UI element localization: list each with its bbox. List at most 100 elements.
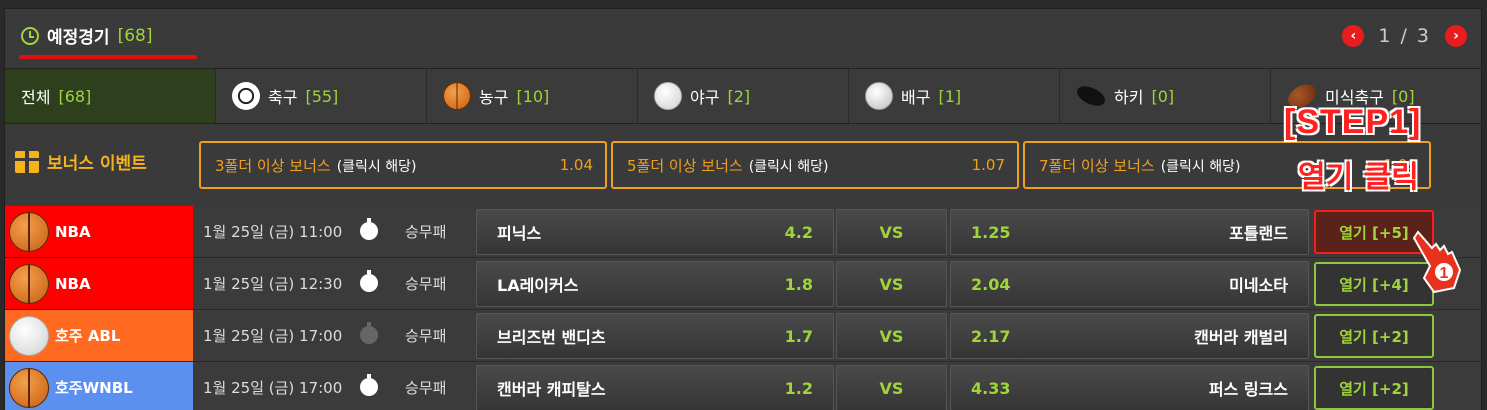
basketball-icon <box>9 211 49 252</box>
tab-count: [0] <box>1151 86 1175 106</box>
basketball-icon <box>9 263 49 304</box>
soccer-ball-icon <box>232 82 260 110</box>
league-cell: 호주 ABL <box>5 310 193 361</box>
home-team: 캔버라 캐피탈스 <box>497 380 606 399</box>
home-odds-button[interactable]: 브리즈번 밴디츠 1.7 <box>476 313 834 359</box>
tab-hockey[interactable]: 하키 [0] <box>1060 69 1271 123</box>
league-name: NBA <box>55 274 91 293</box>
sport-tabs: 전체 [68] 축구 [55] 농구 [10] 야구 [2] 배구 [1] 하키… <box>5 69 1481 124</box>
bonus-note: (클릭시 해당) <box>1160 158 1241 175</box>
stopwatch-icon <box>360 374 378 396</box>
tab-count: [1] <box>938 86 962 106</box>
open-more-button[interactable]: 열기 [+2] <box>1314 366 1434 410</box>
step-badge-number: 1 <box>1440 265 1449 282</box>
baseball-icon <box>654 82 682 110</box>
home-odds-button[interactable]: LA레이커스 1.8 <box>476 261 834 307</box>
bet-type: 승무패 <box>405 327 447 345</box>
open-more-button[interactable]: 열기 [+2] <box>1314 314 1434 358</box>
away-odds: 2.04 <box>971 274 1011 294</box>
home-odds: 1.2 <box>784 378 813 398</box>
bonus-odds: 1.07 <box>971 156 1005 174</box>
title-count: [68] <box>117 25 153 46</box>
match-time: 1월 25일 (금) 11:00 <box>203 223 343 241</box>
league-cell: NBA <box>5 206 193 257</box>
home-team: 브리즈번 밴디츠 <box>497 328 606 347</box>
home-odds: 4.2 <box>784 222 813 242</box>
bonus-label-text: 보너스 이벤트 <box>47 154 147 174</box>
hockey-puck-icon <box>1074 82 1108 110</box>
tab-volleyball[interactable]: 배구 [1] <box>849 69 1060 123</box>
away-team: 포틀랜드 <box>1229 224 1288 243</box>
title-underline <box>19 55 197 59</box>
draw-button[interactable]: VS <box>836 261 947 307</box>
prev-page-icon[interactable]: ‹ <box>1342 25 1365 47</box>
pointing-hand-icon: 1 <box>1412 230 1462 294</box>
home-odds: 1.8 <box>784 274 813 294</box>
page-indicator: 1 / 3 <box>1378 25 1431 47</box>
away-odds: 2.17 <box>971 326 1011 346</box>
bonus-name: 5폴더 이상 보너스 <box>627 156 743 175</box>
basketball-icon <box>9 367 49 408</box>
gift-icon <box>15 150 39 173</box>
tab-all[interactable]: 전체 [68] <box>5 69 216 123</box>
bonus-note: (클릭시 해당) <box>748 158 829 175</box>
away-odds: 1.25 <box>971 222 1011 242</box>
home-odds: 1.7 <box>784 326 813 346</box>
bonus-note: (클릭시 해당) <box>336 158 417 175</box>
title-group: 예정경기 [68] <box>21 23 152 48</box>
tab-label: 야구 <box>690 88 720 107</box>
tab-label: 하키 <box>1114 88 1144 107</box>
tab-count: [55] <box>305 86 339 106</box>
draw-button[interactable]: VS <box>836 313 947 359</box>
bonus-odds: 1.04 <box>559 156 593 174</box>
tab-basketball[interactable]: 농구 [10] <box>427 69 638 123</box>
tab-label: 배구 <box>901 88 931 107</box>
step-annotation-title: [STEP1] <box>1284 103 1422 141</box>
away-team: 퍼스 링크스 <box>1208 380 1288 399</box>
bonus-name: 3폴더 이상 보너스 <box>215 156 331 175</box>
baseball-icon <box>9 315 49 356</box>
home-odds-button[interactable]: 피닉스 4.2 <box>476 209 834 255</box>
bonus-5fold-button[interactable]: 5폴더 이상 보너스 (클릭시 해당) 1.07 <box>611 141 1019 189</box>
upcoming-games-panel: 예정경기 [68] ‹ 1 / 3 › 전체 [68] 축구 [55] 농구 [… <box>4 8 1482 410</box>
tab-label: 전체 <box>21 88 51 107</box>
basketball-icon <box>443 82 471 110</box>
match-time: 1월 25일 (금) 17:00 <box>203 327 343 345</box>
away-team: 캔버라 캐벌리 <box>1194 328 1288 347</box>
panel-header: 예정경기 [68] ‹ 1 / 3 › <box>5 9 1481 69</box>
home-team: 피닉스 <box>497 224 542 243</box>
tab-label: 축구 <box>268 88 298 107</box>
bonus-event-row: 보너스 이벤트 3폴더 이상 보너스 (클릭시 해당) 1.04 5폴더 이상 보… <box>5 125 1481 207</box>
tab-label: 농구 <box>479 88 509 107</box>
match-row: NBA 1월 25일 (금) 11:00 승무패 피닉스 4.2 VS 1.25… <box>5 206 1481 258</box>
away-odds-button[interactable]: 2.04 미네소타 <box>950 261 1309 307</box>
draw-button[interactable]: VS <box>836 365 947 410</box>
step-annotation-subtitle: 열기 클릭 <box>1298 160 1419 195</box>
league-cell: 호주WNBL <box>5 362 193 410</box>
tab-baseball[interactable]: 야구 [2] <box>638 69 849 123</box>
clock-icon <box>21 26 39 45</box>
bet-type: 승무패 <box>405 275 447 293</box>
page-title: 예정경기 <box>47 28 110 48</box>
league-name: NBA <box>55 222 91 241</box>
bonus-label: 보너스 이벤트 <box>15 149 147 174</box>
league-cell: NBA <box>5 258 193 309</box>
away-team: 미네소타 <box>1229 276 1288 295</box>
home-odds-button[interactable]: 캔버라 캐피탈스 1.2 <box>476 365 834 410</box>
tab-soccer[interactable]: 축구 [55] <box>216 69 427 123</box>
tab-count: [10] <box>516 86 550 106</box>
home-team: LA레이커스 <box>497 276 579 295</box>
match-row: 호주WNBL 1월 25일 (금) 17:00 승무패 캔버라 캐피탈스 1.2… <box>5 362 1481 410</box>
away-odds: 4.33 <box>971 378 1011 398</box>
pager: ‹ 1 / 3 › <box>1342 25 1467 47</box>
next-page-icon[interactable]: › <box>1445 25 1467 47</box>
away-odds-button[interactable]: 4.33 퍼스 링크스 <box>950 365 1309 410</box>
match-row: 호주 ABL 1월 25일 (금) 17:00 승무패 브리즈번 밴디츠 1.7… <box>5 310 1481 362</box>
draw-button[interactable]: VS <box>836 209 947 255</box>
tab-count: [68] <box>58 86 92 106</box>
match-time: 1월 25일 (금) 12:30 <box>203 275 343 293</box>
away-odds-button[interactable]: 1.25 포틀랜드 <box>950 209 1309 255</box>
away-odds-button[interactable]: 2.17 캔버라 캐벌리 <box>950 313 1309 359</box>
bonus-3fold-button[interactable]: 3폴더 이상 보너스 (클릭시 해당) 1.04 <box>199 141 607 189</box>
stopwatch-icon <box>360 322 378 344</box>
